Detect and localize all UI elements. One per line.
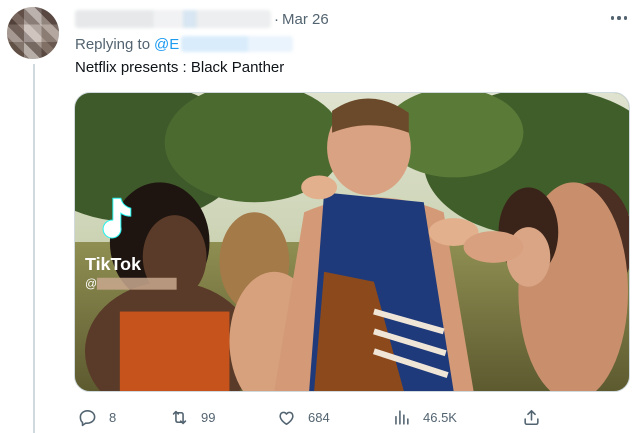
more-icon[interactable] [608,9,630,27]
replying-to: Replying to @E [75,34,294,54]
avatar[interactable] [7,7,59,59]
view-count: 46.5K [423,409,457,425]
views-icon [395,409,409,425]
tweet-actions-bar: 8 99 684 46.5K [74,404,630,430]
mention-link[interactable]: @E [154,36,179,53]
tiktok-watermark: TikTok [85,254,141,274]
replying-prefix: Replying to [75,35,151,53]
blurred-display-name[interactable] [75,10,271,28]
blurred-mention [181,36,294,52]
tweet-header: · Mar 26 [75,8,329,30]
retweet-button[interactable]: 99 [170,404,215,430]
reply-icon [79,409,96,426]
tweet-media-video[interactable]: TikTok @ [74,92,630,392]
share-icon [524,409,539,425]
tiktok-handle: @ [85,277,97,291]
thread-connector-line [33,64,35,433]
retweet-count: 99 [201,409,216,425]
share-button[interactable] [522,404,541,430]
reply-count: 8 [109,409,117,425]
tweet-text: Netflix presents : Black Panther [75,59,285,76]
reply-button[interactable]: 8 [78,404,116,430]
like-count: 684 [308,409,330,425]
views-button[interactable]: 46.5K [392,404,457,430]
like-icon [279,411,294,425]
video-frame: TikTok @ [75,93,629,391]
header-separator: · [274,10,279,28]
like-button[interactable]: 684 [277,404,330,430]
tweet-timestamp[interactable]: Mar 26 [282,11,329,28]
retweet-icon [172,410,187,424]
